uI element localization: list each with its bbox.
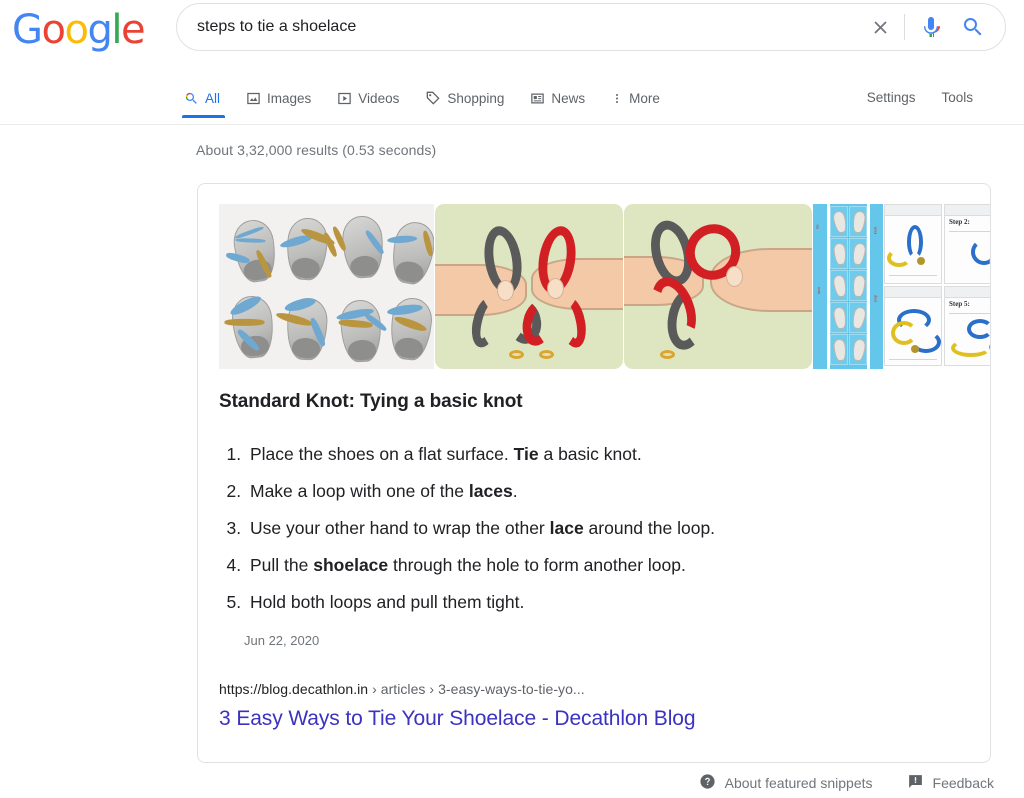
tab-shopping[interactable]: Shopping	[412, 78, 517, 118]
aglet-dot	[989, 257, 990, 265]
snippet-step-text: .	[512, 481, 518, 501]
tab-news-label: News	[551, 90, 586, 106]
tab-more-label: More	[629, 90, 660, 106]
right-thumb-nail	[547, 278, 564, 299]
yellow-lace-diagram	[887, 249, 911, 267]
snippet-footer: About featured snippets Feedback	[0, 768, 1024, 798]
carousel-thumb-shoe-sketch-grid[interactable]	[219, 204, 434, 369]
snippet-step-bold: lace	[549, 518, 584, 538]
logo-letter-0: G	[12, 7, 43, 53]
snippet-step-item: Pull the shoelace through the hole to fo…	[246, 547, 959, 584]
featured-snippet-card: tie knot lace loop Step 2: Step 5: Stand…	[197, 183, 991, 763]
logo-letter-3: g	[87, 7, 112, 53]
right-thumb-nail	[726, 266, 743, 287]
snippet-url-breadcrumb[interactable]: https://blog.decathlon.in › articles › 3…	[219, 681, 585, 697]
snippet-step-item: Place the shoes on a flat surface. Tie a…	[246, 436, 959, 473]
search-submit-icon[interactable]	[957, 11, 989, 43]
snippet-step-text: Make a loop with one of the	[250, 481, 469, 501]
carousel-thumb-blue-photo-grid[interactable]: tie knot lace loop	[813, 204, 883, 369]
snippet-step-item: Hold both loops and pull them tight.	[246, 584, 959, 621]
snippet-step-text: a basic knot.	[538, 444, 642, 464]
snippet-step-text: Place the shoes on a flat surface.	[250, 444, 514, 464]
search-bar[interactable]	[176, 3, 1006, 51]
snippet-title: Standard Knot: Tying a basic knot	[219, 391, 523, 412]
snippet-step-item: Use your other hand to wrap the other la…	[246, 510, 959, 547]
aglet-dot	[989, 343, 990, 351]
logo-letter-2: o	[64, 7, 88, 53]
poster-cells: tie knot lace loop	[813, 204, 883, 369]
yellow-lace-diagram	[951, 339, 990, 357]
close-icon[interactable]	[866, 13, 894, 41]
snippet-step-list: Place the shoes on a flat surface. Tie a…	[219, 436, 959, 621]
sketch-shoes	[219, 204, 434, 369]
logo-letter-5: e	[120, 7, 146, 53]
tab-news[interactable]: News	[517, 78, 598, 118]
microphone-icon[interactable]	[915, 11, 947, 43]
snippet-step-bold: laces	[468, 481, 513, 501]
result-stats: About 3,32,000 results (0.53 seconds)	[196, 142, 437, 158]
tab-images[interactable]: Images	[233, 78, 324, 118]
left-thumb-nail	[497, 280, 514, 301]
snippet-step-text: Use your other hand to wrap the other	[250, 518, 550, 538]
step-diagram-card-2: Step 2:	[944, 204, 990, 284]
snippet-step-bold: shoelace	[313, 555, 389, 575]
tab-all-label: All	[205, 90, 221, 106]
carousel-thumb-hands-two-loops[interactable]	[435, 204, 623, 369]
snippet-url-domain: https://blog.decathlon.in	[219, 681, 369, 697]
snippet-step-bold: Tie	[513, 444, 539, 464]
step-diagram-label-2: Step 5:	[949, 300, 970, 308]
snippet-step-item: Make a loop with one of the laces.	[246, 473, 959, 510]
eyelet-right	[539, 350, 554, 359]
page-header: Google steps to tie a shoelace All Image…	[0, 0, 1024, 125]
image-icon	[246, 91, 261, 106]
search-nav-tabs: All Images Videos Shopping News More Set…	[180, 78, 1024, 124]
aglet-dot	[917, 257, 925, 265]
carousel-thumb-hands-crossing[interactable]	[624, 204, 812, 369]
google-logo[interactable]: Google	[12, 7, 146, 53]
tab-all[interactable]: All	[180, 78, 233, 118]
snippet-image-carousel[interactable]: tie knot lace loop Step 2: Step 5:	[219, 204, 990, 369]
step-diagram-card-3	[884, 286, 942, 366]
snippet-step-text: Hold both loops and pull them tight.	[250, 592, 525, 612]
carousel-thumb-step-diagrams[interactable]: Step 2: Step 5:	[884, 204, 990, 369]
blue-lace-diagram	[971, 239, 990, 265]
tag-icon	[425, 90, 441, 106]
blue-lace-diagram	[967, 319, 990, 339]
search-divider	[904, 14, 905, 40]
tab-shopping-label: Shopping	[447, 90, 505, 106]
step-diagram-card-4: Step 5:	[944, 286, 990, 366]
snippet-result-link[interactable]: 3 Easy Ways to Tie Your Shoelace - Decat…	[219, 707, 696, 731]
aglet-dot	[911, 345, 919, 353]
snippet-step-text: through the hole to form another loop.	[388, 555, 686, 575]
about-featured-snippets-link[interactable]: About featured snippets	[699, 773, 873, 793]
settings-button[interactable]: Settings	[854, 78, 929, 118]
tab-images-label: Images	[267, 90, 312, 106]
search-icon	[184, 91, 199, 106]
search-input[interactable]	[197, 13, 866, 41]
feedback-link[interactable]: Feedback	[907, 773, 994, 793]
eyelet-left	[660, 350, 675, 359]
snippet-step-text: around the loop.	[583, 518, 716, 538]
about-featured-snippets-label: About featured snippets	[724, 775, 873, 791]
feedback-flag-icon	[907, 773, 924, 793]
nav-right-group: Settings Tools	[854, 78, 1024, 118]
tab-videos[interactable]: Videos	[324, 78, 412, 118]
tools-button[interactable]: Tools	[928, 78, 986, 118]
video-icon	[337, 91, 352, 106]
tab-more[interactable]: More	[598, 78, 673, 118]
step-diagram-label-1: Step 2:	[949, 218, 970, 226]
more-vertical-icon	[611, 91, 623, 106]
feedback-label: Feedback	[932, 775, 994, 791]
help-circle-icon	[699, 773, 716, 793]
logo-letter-1: o	[41, 7, 66, 53]
snippet-url-path: › articles › 3-easy-ways-to-tie-yo...	[368, 681, 585, 697]
newspaper-icon	[530, 91, 545, 106]
logo-letter-4: l	[111, 7, 122, 53]
eyelet-left	[509, 350, 524, 359]
tab-videos-label: Videos	[358, 90, 400, 106]
snippet-date: Jun 22, 2020	[244, 633, 320, 648]
snippet-step-text: Pull the	[250, 555, 314, 575]
step-diagram-card-1	[884, 204, 942, 284]
